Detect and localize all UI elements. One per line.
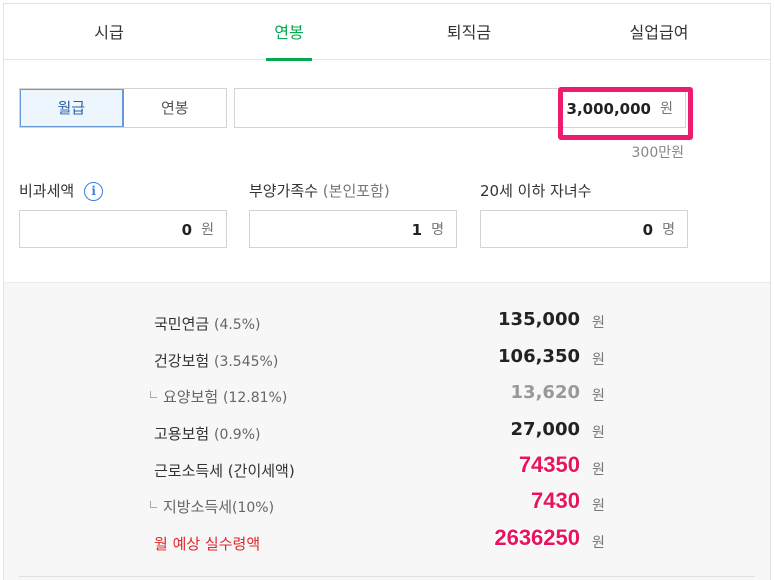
- highlight-box: [558, 87, 693, 140]
- income-tax-row: 근로소득세 (간이세액) 74350 원: [154, 452, 605, 480]
- care-row: 요양보험 (12.81%) 13,620 원: [4, 380, 770, 410]
- pension-row: 국민연금 (4.5%) 135,000 원: [154, 309, 605, 333]
- dependents-value: 1: [411, 221, 422, 239]
- nontax-value: 0: [181, 221, 192, 239]
- net-pay-value: 2636250: [494, 525, 580, 550]
- pay-period-toggle: 월급 연봉: [19, 88, 227, 128]
- salary-calculator: 시급 연봉 퇴직금 실업급여 월급 연봉 3,000,000 원 300만원 비…: [3, 3, 771, 580]
- pension-value: 135,000: [498, 309, 580, 330]
- local-tax-value: 7430: [531, 488, 580, 513]
- annual-toggle-button[interactable]: 연봉: [124, 89, 227, 127]
- health-row: 건강보험 (3.545%) 106,350 원: [154, 346, 605, 370]
- children-label: 20세 이하 자녀수: [480, 182, 592, 200]
- dependents-unit: 명: [431, 222, 444, 238]
- tab-hourly[interactable]: 시급: [64, 4, 154, 60]
- tab-unemployment[interactable]: 실업급여: [604, 4, 714, 60]
- children-unit: 명: [662, 222, 675, 238]
- employment-row: 고용보험 (0.9%) 27,000 원: [154, 419, 605, 443]
- care-value: 13,620: [510, 382, 580, 403]
- local-tax-row: 지방소득세(10%) 7430 원: [4, 488, 770, 520]
- net-pay-row: 월 예상 실수령액 2636250 원: [154, 525, 605, 553]
- health-value: 106,350: [498, 346, 580, 367]
- income-tax-value: 74350: [518, 452, 580, 477]
- info-icon[interactable]: i: [84, 182, 104, 201]
- tab-severance[interactable]: 퇴직금: [424, 4, 514, 60]
- salary-amount-hint: 300만원: [631, 145, 684, 161]
- dependents-input[interactable]: 1 명: [249, 210, 457, 248]
- tab-annual[interactable]: 연봉: [266, 4, 312, 61]
- children-input[interactable]: 0 명: [480, 210, 688, 248]
- children-value: 0: [642, 221, 653, 239]
- employment-value: 27,000: [510, 419, 580, 440]
- nontax-input[interactable]: 0 원: [19, 210, 227, 248]
- nontax-label: 비과세액 i: [19, 180, 104, 201]
- divider: [19, 576, 755, 577]
- dependents-label: 부양가족수 (본인포함): [249, 182, 390, 200]
- monthly-toggle-button[interactable]: 월급: [20, 89, 124, 127]
- deduction-results: 국민연금 (4.5%) 135,000 원 건강보험 (3.545%) 106,…: [4, 282, 770, 580]
- calculator-tabs: 시급 연봉 퇴직금 실업급여: [4, 4, 770, 61]
- nontax-unit: 원: [201, 222, 214, 238]
